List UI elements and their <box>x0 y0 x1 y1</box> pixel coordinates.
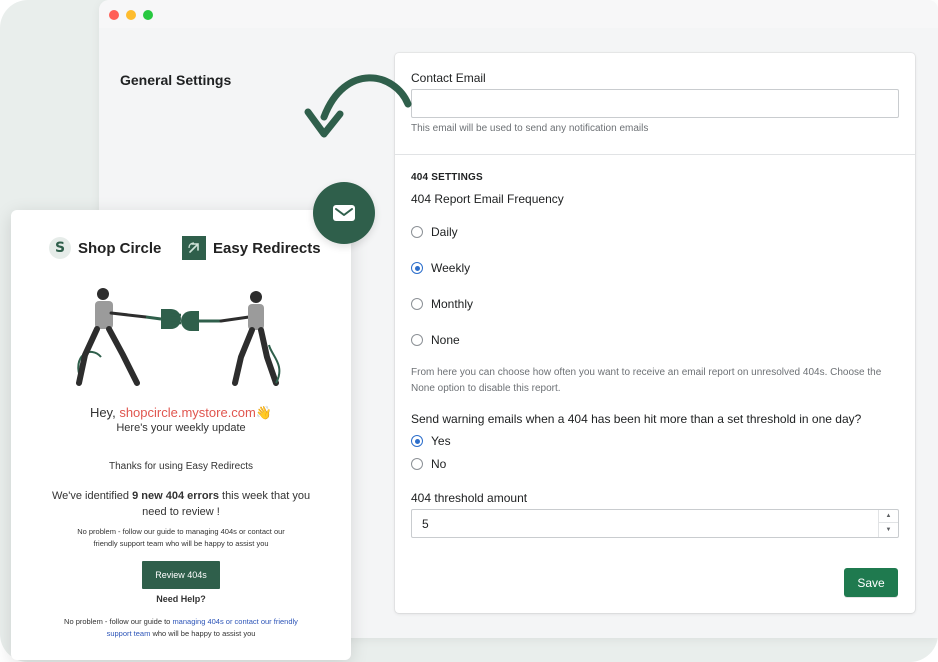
guide-footer-text: No problem - follow our guide to managin… <box>11 616 351 640</box>
guide-text: No problem - follow our guide to managin… <box>77 527 285 548</box>
easyredirects-logo-icon <box>182 236 206 260</box>
curved-arrow-icon <box>304 74 412 138</box>
identified-text: We've identified 9 new 404 errors this w… <box>11 488 351 520</box>
threshold-spinner: ▲ ▼ <box>878 510 898 537</box>
thanks-text: Thanks for using Easy Redirects <box>109 461 253 472</box>
radio-button[interactable] <box>411 458 423 470</box>
save-button[interactable]: Save <box>844 568 898 597</box>
radio-monthly[interactable]: Monthly <box>411 296 473 312</box>
greeting-prefix: Hey, <box>89 405 120 420</box>
radio-label: Monthly <box>431 297 474 311</box>
email-preview-card: S Shop Circle Easy Redirects Hey, shopci… <box>11 210 351 660</box>
frequency-help: From here you can choose how often you w… <box>411 367 882 394</box>
radio-no[interactable]: No <box>411 456 446 472</box>
identified-prefix: We've identified <box>51 490 133 502</box>
review-404s-button[interactable]: Review 404s <box>142 561 220 589</box>
radio-daily[interactable]: Daily <box>411 224 458 240</box>
brand-name: Shop Circle <box>78 239 162 257</box>
close-window-button[interactable] <box>109 10 119 20</box>
contact-email-input[interactable] <box>411 89 899 118</box>
radio-label: Daily <box>431 225 458 239</box>
radio-button-selected[interactable] <box>411 262 423 274</box>
minimize-window-button[interactable] <box>126 10 136 20</box>
mail-badge <box>313 182 375 244</box>
plug-illustration <box>76 288 281 386</box>
threshold-value: 5 <box>422 517 429 531</box>
divider <box>395 154 915 155</box>
threshold-input[interactable]: 5 ▲ ▼ <box>411 509 899 538</box>
radio-label: No <box>431 457 447 471</box>
frequency-label: 404 Report Email Frequency <box>411 192 564 206</box>
shopcircle-logo-icon: S <box>49 237 71 259</box>
radio-label: Yes <box>431 434 451 448</box>
radio-weekly[interactable]: Weekly <box>411 260 470 276</box>
brand-name: Easy Redirects <box>213 239 321 257</box>
brand-easyredirects: Easy Redirects <box>182 236 321 260</box>
radio-button-selected[interactable] <box>411 435 423 447</box>
window-titlebar <box>99 0 938 28</box>
decrement-arrow-icon[interactable]: ▼ <box>879 523 898 536</box>
contact-email-label: Contact Email <box>411 71 486 85</box>
warning-label: Send warning emails when a 404 has been … <box>411 412 862 426</box>
maximize-window-button[interactable] <box>143 10 153 20</box>
radio-button[interactable] <box>411 298 423 310</box>
radio-button[interactable] <box>411 226 423 238</box>
wave-emoji: 👋 <box>255 405 273 420</box>
contact-email-help: This email will be used to send any noti… <box>411 123 649 134</box>
radio-yes[interactable]: Yes <box>411 433 451 449</box>
guide2-suffix: who will be happy to assist you <box>150 629 256 638</box>
radio-button[interactable] <box>411 334 423 346</box>
need-help-text: Need Help? <box>156 594 206 604</box>
store-link[interactable]: shopcircle.mystore.com <box>119 405 256 420</box>
greeting: Hey, shopcircle.mystore.com👋 <box>11 405 351 421</box>
settings-404-heading: 404 SETTINGS <box>411 172 483 183</box>
radio-none[interactable]: None <box>411 332 460 348</box>
mail-icon <box>333 205 355 221</box>
weekly-update: Here's your weekly update <box>116 422 246 434</box>
radio-label: None <box>431 333 460 347</box>
settings-card: Contact Email This email will be used to… <box>395 53 915 613</box>
brand-shopcircle: S Shop Circle <box>49 237 161 259</box>
increment-arrow-icon[interactable]: ▲ <box>879 510 898 523</box>
guide2-prefix: No problem - follow our guide to <box>64 617 173 626</box>
section-title: General Settings <box>120 72 232 88</box>
identified-count: 9 new 404 errors <box>132 490 219 502</box>
threshold-label: 404 threshold amount <box>411 491 528 505</box>
radio-label: Weekly <box>431 261 471 275</box>
